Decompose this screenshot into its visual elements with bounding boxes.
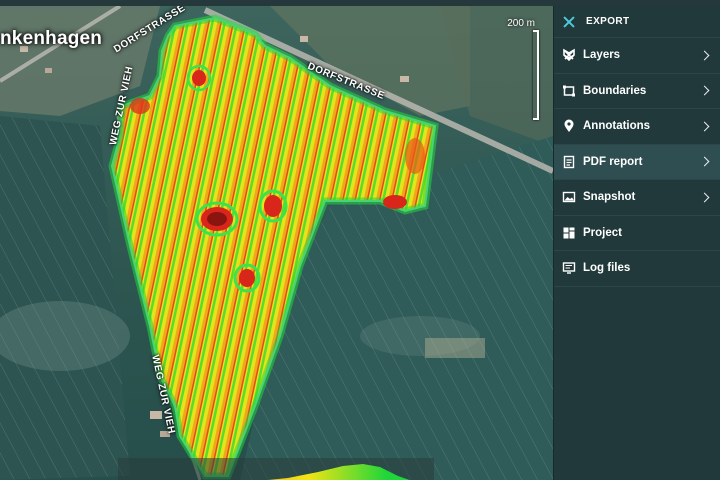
monitor-icon — [562, 261, 576, 275]
boundaries-icon — [562, 84, 576, 98]
grid-icon — [562, 226, 576, 240]
scale-bar-line — [533, 30, 539, 120]
top-strip — [0, 0, 720, 6]
chevron-right-icon — [699, 156, 710, 167]
menu-item-label: Annotations — [583, 120, 651, 133]
menu-item-snapshot[interactable]: Snapshot — [554, 180, 720, 216]
menu-item-label: Log files — [583, 262, 631, 275]
menu-item-pdf-report[interactable]: PDF report — [554, 144, 720, 180]
export-panel: EXPORT Layers Boundaries Annotations PDF… — [553, 6, 720, 480]
menu-item-annotations[interactable]: Annotations — [554, 109, 720, 145]
menu-item-boundaries[interactable]: Boundaries — [554, 74, 720, 109]
menu-item-label: Layers — [583, 49, 621, 62]
chevron-right-icon — [699, 50, 710, 61]
close-icon[interactable] — [562, 15, 576, 29]
satellite-imagery — [0, 6, 553, 480]
panel-title: EXPORT — [586, 16, 630, 27]
image-icon — [562, 190, 576, 204]
map-view[interactable]: nkenhagen DORFSTRASSE DORFSTRASSE WEG ZU… — [0, 6, 553, 480]
menu-item-label: PDF report — [583, 155, 643, 168]
menu-item-label: Snapshot — [583, 191, 636, 204]
panel-header: EXPORT — [554, 6, 720, 38]
menu-item-label: Project — [583, 226, 622, 239]
app-window: nkenhagen DORFSTRASSE DORFSTRASSE WEG ZU… — [0, 0, 720, 480]
document-icon — [562, 155, 576, 169]
menu-item-label: Boundaries — [583, 84, 647, 97]
ndvi-histogram-legend — [118, 458, 434, 480]
chevron-right-icon — [699, 121, 710, 132]
chevron-right-icon — [699, 192, 710, 203]
scale-label: 200 m — [507, 18, 535, 29]
scale-bar: 200 m — [505, 18, 545, 122]
menu-item-project[interactable]: Project — [554, 216, 720, 251]
chevron-right-icon — [699, 85, 710, 96]
layers-icon — [562, 48, 576, 62]
place-name-label: nkenhagen — [0, 28, 103, 49]
menu-item-layers[interactable]: Layers — [554, 38, 720, 74]
menu-item-log-files[interactable]: Log files — [554, 251, 720, 287]
location-pin-icon — [562, 119, 576, 133]
